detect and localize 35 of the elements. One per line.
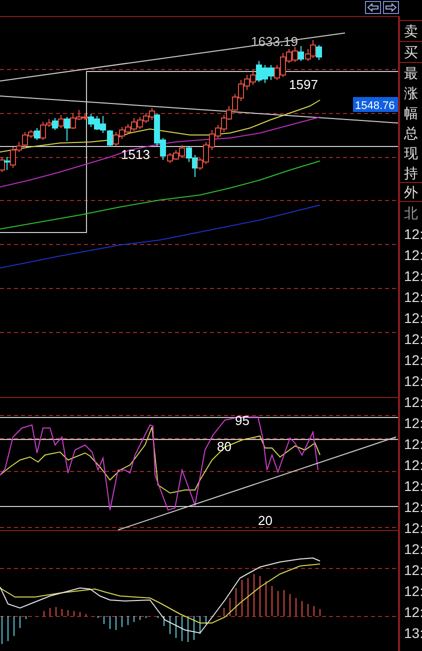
- quote-label: 持: [404, 166, 418, 180]
- trade-time: 12:: [404, 584, 422, 598]
- quote-label: 最: [404, 66, 418, 80]
- trade-time: 12:: [404, 248, 422, 262]
- trade-time: 12:: [404, 226, 422, 240]
- quote-label: 总: [404, 126, 418, 140]
- trade-time: 12:: [404, 604, 422, 618]
- right-arrow-button[interactable]: [383, 1, 399, 14]
- trade-time: 12:: [404, 436, 422, 450]
- quote-label: 买: [404, 45, 418, 59]
- trade-time: 12:: [404, 352, 422, 366]
- trade-time: 12:: [404, 520, 422, 534]
- trade-time: 12:: [404, 478, 422, 492]
- trade-time: 12:: [404, 458, 422, 472]
- left-arrow-button[interactable]: [365, 1, 381, 14]
- quote-label: 北: [404, 206, 418, 220]
- price-tag: 1548.76: [353, 97, 398, 112]
- trade-time: 13:: [404, 626, 422, 640]
- trade-time: 12:: [404, 562, 422, 576]
- trade-time: 12:: [404, 416, 422, 430]
- quote-label: 幅: [404, 106, 418, 120]
- quote-label: 外: [404, 185, 418, 199]
- price-label: 1597: [289, 77, 318, 92]
- trade-time: 12:: [404, 332, 422, 346]
- trade-time: 12:: [404, 394, 422, 408]
- trade-time: 12:: [404, 542, 422, 556]
- trade-time: 12:: [404, 290, 422, 304]
- level-label: 20: [258, 513, 272, 528]
- quote-label: 涨: [404, 86, 418, 100]
- trade-time: 12:: [404, 374, 422, 388]
- trade-time: 12:: [404, 268, 422, 282]
- trade-time: 12:: [404, 310, 422, 324]
- quote-label: 现: [404, 146, 418, 160]
- trade-time: 12:: [404, 500, 422, 514]
- quote-label: 卖: [404, 24, 418, 38]
